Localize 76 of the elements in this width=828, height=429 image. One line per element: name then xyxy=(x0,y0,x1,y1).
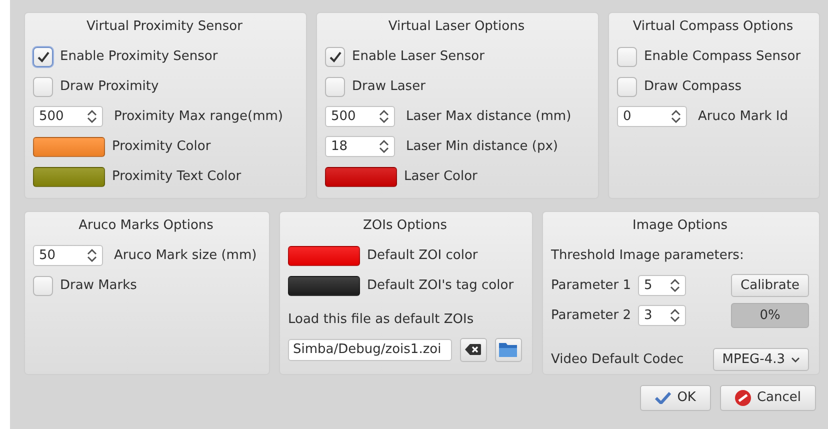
label-text: Threshold Image parameters: xyxy=(551,246,744,265)
panel-title: Image Options xyxy=(631,217,728,235)
spinner-arrows-icon[interactable] xyxy=(87,110,97,123)
spin-box[interactable]: 5 xyxy=(638,275,686,296)
checkbox-label: Draw Marks xyxy=(60,276,137,295)
spinner-arrows-icon[interactable] xyxy=(670,279,680,292)
checkbox-label: Enable Compass Sensor xyxy=(644,48,801,66)
checkbox[interactable] xyxy=(33,76,53,96)
caret-icon xyxy=(791,356,800,362)
color-button[interactable] xyxy=(33,136,105,156)
browse-button[interactable] xyxy=(494,338,522,362)
spin-box[interactable]: 500 xyxy=(33,106,103,127)
spin-box[interactable]: 3 xyxy=(638,305,686,326)
color-button[interactable] xyxy=(288,276,360,296)
spinner-arrows-icon[interactable] xyxy=(379,140,389,153)
checkbox[interactable] xyxy=(33,46,53,66)
ok-button[interactable]: OK xyxy=(640,385,711,411)
checkbox[interactable] xyxy=(325,76,345,96)
folder-icon xyxy=(499,342,518,357)
spin-box[interactable]: 500 xyxy=(325,106,395,127)
cancel-button[interactable]: Cancel xyxy=(720,385,816,411)
color-label: Default ZOI color xyxy=(367,246,478,265)
parameter-label: Parameter 1 xyxy=(551,276,632,295)
spin-value: 50 xyxy=(39,246,56,265)
select-label: Video Default Codec xyxy=(551,350,684,369)
checkmark-icon xyxy=(36,50,50,62)
backspace-icon xyxy=(465,344,482,355)
spin-label: Laser Min distance (px) xyxy=(406,138,558,156)
panel-title: Virtual Laser Options xyxy=(387,18,526,36)
checkbox-label: Draw Compass xyxy=(644,78,742,96)
checkmark-icon xyxy=(328,50,342,62)
spin-value: 5 xyxy=(644,276,652,295)
spin-box[interactable]: 50 xyxy=(33,245,103,266)
file-path-field[interactable]: Simba/Debug/zois1.zoi xyxy=(288,338,452,360)
parameter-label: Parameter 2 xyxy=(551,306,632,325)
spinner-arrows-icon[interactable] xyxy=(671,110,681,123)
checkbox-label: Draw Proximity xyxy=(60,78,159,96)
spin-label: Laser Max distance (mm) xyxy=(406,108,572,126)
panel-title: ZOIs Options xyxy=(362,217,448,235)
checkbox-label: Enable Laser Sensor xyxy=(352,48,484,66)
checkbox[interactable] xyxy=(325,46,345,66)
checkbox-label: Draw Laser xyxy=(352,78,426,96)
spinner-arrows-icon[interactable] xyxy=(670,309,680,322)
spin-label: Aruco Mark Id xyxy=(698,108,788,126)
color-label: Proximity Text Color xyxy=(112,168,242,186)
label-text: Load this file as default ZOIs xyxy=(288,310,474,329)
spin-box[interactable]: 18 xyxy=(325,136,395,157)
color-label: Proximity Color xyxy=(112,138,211,156)
spin-value: 0 xyxy=(623,108,632,126)
checkbox-label: Enable Proximity Sensor xyxy=(60,48,218,66)
panel-title: Virtual Proximity Sensor xyxy=(86,18,244,36)
color-label: Default ZOI's tag color xyxy=(367,276,514,295)
color-label: Laser Color xyxy=(404,168,478,186)
panel-title: Virtual Compass Options xyxy=(632,18,794,36)
spinner-arrows-icon[interactable] xyxy=(87,249,97,262)
spin-box[interactable]: 0 xyxy=(617,106,687,127)
checkbox[interactable] xyxy=(33,276,53,296)
color-button[interactable] xyxy=(325,166,397,186)
spin-value: 3 xyxy=(644,306,652,325)
spin-label: Aruco Mark size (mm) xyxy=(114,246,257,265)
progress-text: 0% xyxy=(758,307,782,325)
spin-value: 500 xyxy=(39,108,64,126)
spin-value: 500 xyxy=(331,108,356,126)
clear-button[interactable] xyxy=(460,338,487,362)
color-button[interactable] xyxy=(288,246,360,266)
checkmark-icon xyxy=(655,392,672,404)
panel-title: Aruco Marks Options xyxy=(78,217,214,235)
checkbox[interactable] xyxy=(617,76,637,96)
spin-value: 18 xyxy=(331,138,348,156)
cancel-icon xyxy=(734,390,751,406)
codec-dropdown[interactable]: MPEG-4.3 xyxy=(713,348,809,371)
spinner-arrows-icon[interactable] xyxy=(379,110,389,123)
calibrate-button[interactable]: Calibrate xyxy=(731,274,809,297)
checkbox[interactable] xyxy=(617,46,637,66)
color-button[interactable] xyxy=(33,166,105,186)
spin-label: Proximity Max range(mm) xyxy=(114,108,284,126)
